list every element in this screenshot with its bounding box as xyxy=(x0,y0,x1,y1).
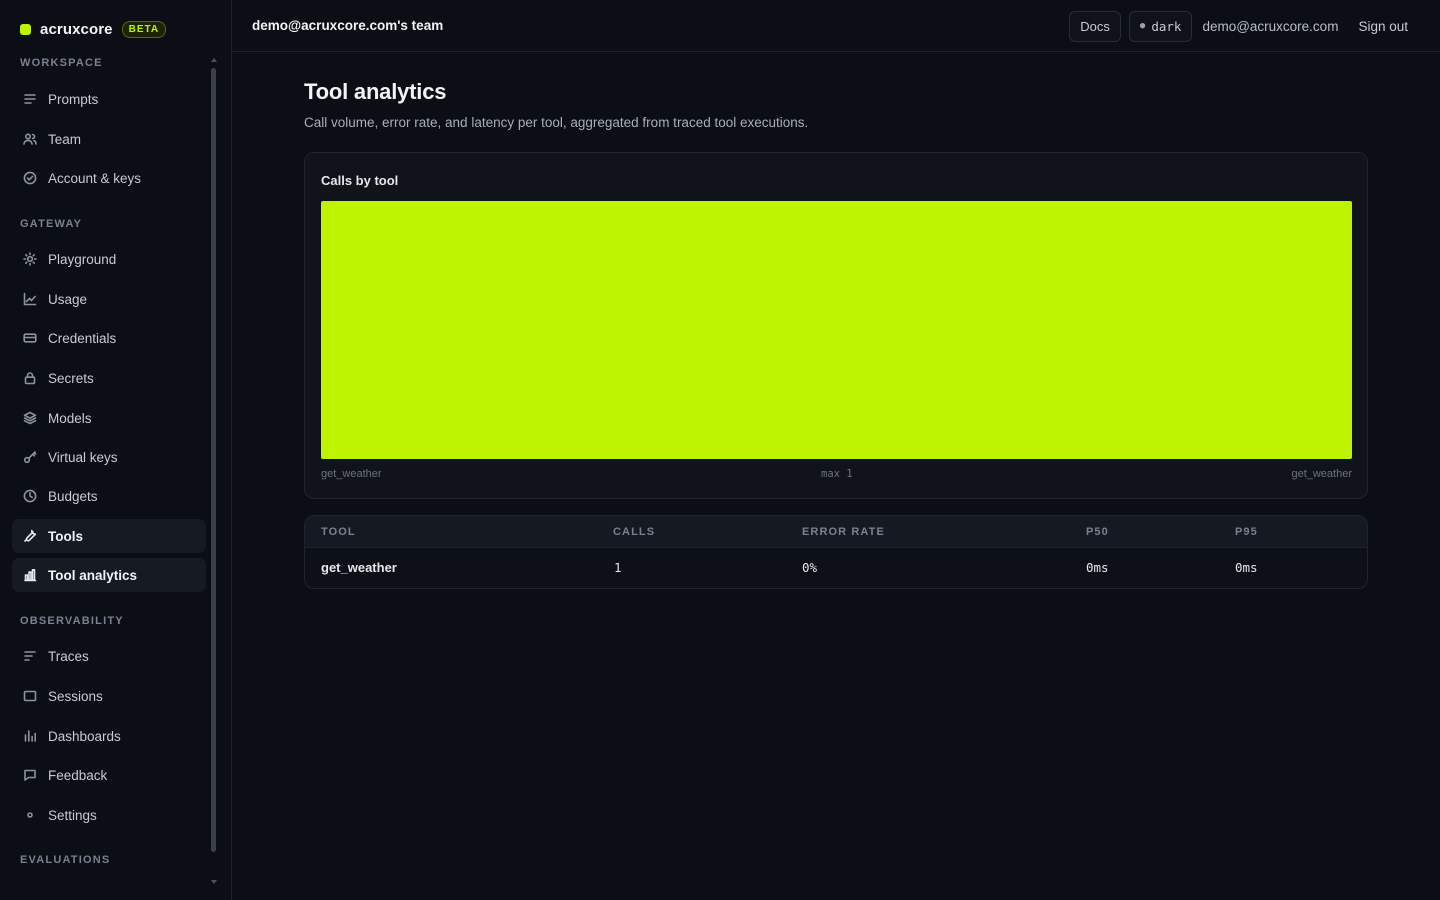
sidebar-item-label: Tool analytics xyxy=(48,567,138,583)
topbar: demo@acruxcore.com's team Docs ● dark de… xyxy=(232,0,1440,52)
wrench-icon xyxy=(23,529,37,543)
sidebar-item-team[interactable]: Team xyxy=(12,122,206,156)
scroll-up-arrow-icon[interactable] xyxy=(211,58,217,62)
column-header-error-rate[interactable]: ERROR RATE xyxy=(802,526,885,538)
brand-logo-icon xyxy=(20,23,31,35)
window-icon xyxy=(23,689,37,703)
column-header-calls[interactable]: CALLS xyxy=(613,526,655,538)
calls-by-tool-card: Calls by tool get_weather max 1 get_weat… xyxy=(304,152,1368,499)
sidebar-item-credentials[interactable]: Credentials xyxy=(12,321,206,355)
layers-icon xyxy=(23,411,37,425)
x-axis-start-label: get_weather xyxy=(321,468,382,480)
chart-axis: get_weather max 1 get_weather xyxy=(321,468,1352,482)
sidebar-item-traces[interactable]: Traces xyxy=(12,639,206,673)
dot-icon xyxy=(23,808,37,822)
sidebar-item-label: Tools xyxy=(48,528,83,544)
check-circle-icon xyxy=(23,171,37,185)
section-label-observability: OBSERVABILITY xyxy=(20,615,124,627)
bar-get_weather[interactable] xyxy=(321,201,1352,459)
column-header-p50[interactable]: P50 xyxy=(1086,526,1109,538)
docs-button[interactable]: Docs xyxy=(1069,10,1121,42)
topbar-actions: Docs ● dark demo@acruxcore.com Sign out xyxy=(1069,10,1408,42)
sidebar-item-tool-analytics[interactable]: Tool analytics xyxy=(12,558,206,592)
sidebar-item-virtual-keys[interactable]: Virtual keys xyxy=(12,440,206,474)
theme-toggle-button[interactable]: ● dark xyxy=(1128,10,1193,42)
sidebar-item-label: Budgets xyxy=(48,488,98,504)
sun-icon xyxy=(23,252,37,266)
sidebar-item-label: Playground xyxy=(48,251,117,267)
sidebar-item-label: Prompts xyxy=(48,91,99,107)
moon-icon: ● xyxy=(1139,21,1146,31)
x-axis-end-label: get_weather xyxy=(1291,468,1352,480)
sidebar-item-label: Settings xyxy=(48,807,97,823)
sidebar-item-label: Virtual keys xyxy=(48,449,118,465)
page-subtitle: Call volume, error rate, and latency per… xyxy=(304,115,809,130)
sidebar-item-label: Team xyxy=(48,131,82,147)
y-axis-max-label: max 1 xyxy=(821,468,853,480)
sidebar-item-usage[interactable]: Usage xyxy=(12,282,206,316)
section-label-gateway: GATEWAY xyxy=(20,218,83,230)
sidebar-item-feedback[interactable]: Feedback xyxy=(12,758,206,792)
sidebar-item-label: Usage xyxy=(48,291,88,307)
sidebar-item-account-keys[interactable]: Account & keys xyxy=(12,161,206,195)
sidebar-scrollbar[interactable] xyxy=(210,58,217,886)
sidebar-item-secrets[interactable]: Secrets xyxy=(12,361,206,395)
bar-chart-icon xyxy=(23,568,37,582)
cell-p50: 0ms xyxy=(1086,560,1109,575)
page-title: Tool analytics xyxy=(304,79,447,104)
lock-icon xyxy=(23,371,37,385)
table-header: TOOL CALLS ERROR RATE P50 P95 xyxy=(305,516,1367,548)
sidebar-item-label: Models xyxy=(48,410,92,426)
sidebar-item-label: Secrets xyxy=(48,370,94,386)
traces-icon xyxy=(23,649,37,663)
sidebar-item-playground[interactable]: Playground xyxy=(12,242,206,276)
scrollbar-thumb[interactable] xyxy=(211,68,216,852)
sidebar-item-label: Sessions xyxy=(48,688,103,704)
sidebar-item-label: Account & keys xyxy=(48,170,142,186)
sidebar-item-label: Traces xyxy=(48,648,89,664)
sidebar-item-tools[interactable]: Tools xyxy=(12,519,206,553)
sidebar-item-settings[interactable]: Settings xyxy=(12,798,206,832)
table-row[interactable]: get_weather 1 0% 0ms 0ms xyxy=(305,548,1367,588)
section-label-evaluations: EVALUATIONS xyxy=(20,854,111,866)
sidebar-item-models[interactable]: Models xyxy=(12,401,206,435)
theme-label: dark xyxy=(1151,18,1182,34)
key-icon xyxy=(23,450,37,464)
sidebar-nav: WORKSPACE Prompts Team Account & keys GA… xyxy=(0,52,212,900)
dashboard-icon xyxy=(23,729,37,743)
tool-stats-table: TOOL CALLS ERROR RATE P50 P95 get_weathe… xyxy=(304,515,1368,589)
sidebar-item-budgets[interactable]: Budgets xyxy=(12,479,206,513)
calls-by-tool-chart xyxy=(321,201,1352,459)
section-label-workspace: WORKSPACE xyxy=(20,57,103,69)
brand-name: acruxcore xyxy=(40,20,113,38)
sidebar-item-sessions[interactable]: Sessions xyxy=(12,679,206,713)
cell-tool: get_weather xyxy=(321,560,397,575)
beta-badge: BETA xyxy=(121,20,167,38)
sidebar-item-dashboards[interactable]: Dashboards xyxy=(12,719,206,753)
cell-p95: 0ms xyxy=(1235,560,1258,575)
sign-out-button[interactable]: Sign out xyxy=(1358,19,1408,34)
brand[interactable]: acruxcore BETA xyxy=(20,18,167,40)
team-name[interactable]: demo@acruxcore.com's team xyxy=(252,18,443,33)
sidebar-item-label: Credentials xyxy=(48,330,117,346)
cell-error-rate: 0% xyxy=(802,560,818,575)
message-icon xyxy=(23,768,37,782)
column-header-tool[interactable]: TOOL xyxy=(321,526,356,538)
chart-title: Calls by tool xyxy=(321,173,399,188)
sidebar-item-prompts[interactable]: Prompts xyxy=(12,82,206,116)
cell-calls: 1 xyxy=(614,560,622,575)
card-icon xyxy=(23,331,37,345)
line-chart-icon xyxy=(23,292,37,306)
list-icon xyxy=(23,92,37,106)
sidebar: acruxcore BETA WORKSPACE Prompts Team Ac… xyxy=(0,0,232,900)
sidebar-item-label: Dashboards xyxy=(48,728,121,744)
column-header-p95[interactable]: P95 xyxy=(1235,526,1258,538)
sidebar-item-label: Feedback xyxy=(48,767,108,783)
users-icon xyxy=(23,132,37,146)
user-email: demo@acruxcore.com xyxy=(1202,18,1339,34)
scroll-down-arrow-icon[interactable] xyxy=(211,880,217,884)
clock-icon xyxy=(23,489,37,503)
